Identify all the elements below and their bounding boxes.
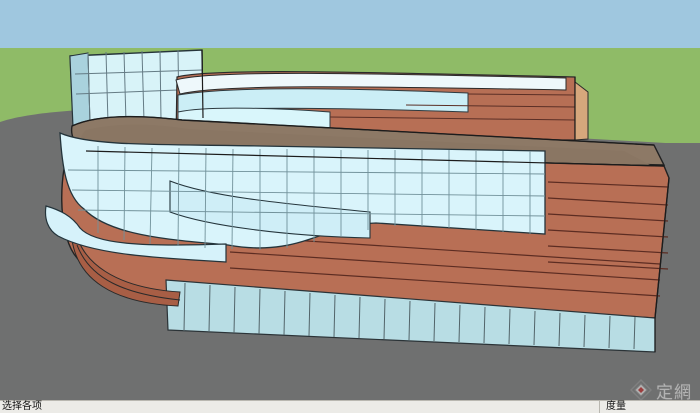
status-bar: 选择各项 度量 xyxy=(0,400,700,413)
model-scene xyxy=(0,0,700,400)
status-hint: 选择各项 xyxy=(2,401,42,412)
3d-viewport[interactable] xyxy=(0,0,700,400)
measurements-label: 度量 xyxy=(599,401,626,413)
